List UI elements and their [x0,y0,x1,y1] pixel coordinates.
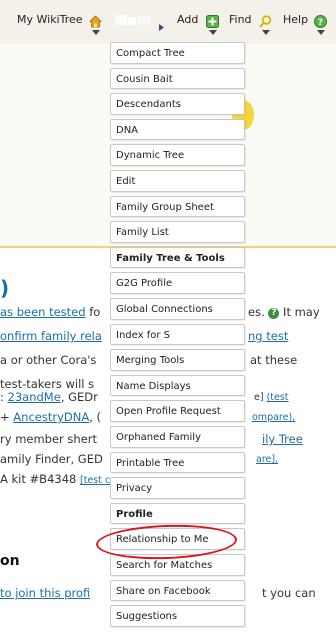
23andme-link[interactable]: 23andMe [8,390,61,404]
been-tested-link[interactable]: as been tested [0,305,86,319]
menu-item-share-on-facebook[interactable]: Share on Facebook [110,579,245,602]
find-dropdown-arrow[interactable] [262,30,270,35]
help-dropdown-arrow[interactable] [317,30,325,35]
menu-item-orphaned-family[interactable]: Orphaned Family [110,426,245,448]
menu-item-profile: Profile [110,502,245,525]
add-dropdown-arrow[interactable] [209,30,217,35]
help-menu-link[interactable]: Help [283,13,308,26]
dna-text-line-3: a or other Cora's [0,353,97,367]
menu-item-family-group-sheet[interactable]: Family Group Sheet [110,195,245,218]
svg-text:?: ? [318,18,323,28]
menu-item-edit[interactable]: Edit [110,170,245,192]
menu-item-g2g-profile[interactable]: G2G Profile [110,272,245,294]
test-connection-link[interactable]: [test c [80,475,110,486]
section-heading-fragment: on [0,553,20,569]
blurred-profile-name [115,12,155,31]
dna-text-line-8-right: are], [256,454,278,465]
dna-text-line-1-right: es. ? It may [248,305,320,319]
menu-item-compact-tree[interactable]: Compact Tree [110,42,245,64]
menu-item-descendants[interactable]: Descendants [110,93,245,115]
dna-text-line-7: ry member shert [0,432,98,446]
heading-paren-fragment: ) [0,276,10,300]
home-dropdown-arrow[interactable] [92,30,100,35]
dna-text-line-3-right: at these [250,353,298,367]
compare-link[interactable]: ompare), [252,412,295,423]
family-tree-link[interactable]: ily Tree [262,432,303,446]
compare-link-2[interactable]: are], [256,454,278,465]
menu-item-index-for-s[interactable]: Index for S [110,323,245,346]
menu-item-family-tree-tools: Family Tree & Tools [110,246,245,269]
dna-text-line-7-right: ily Tree [262,432,303,446]
dna-text-line-5-right: e] (test [254,392,289,403]
dna-text-line-6: + AncestryDNA, ( [0,410,102,424]
menu-item-global-connections[interactable]: Global Connections [110,298,245,320]
join-text-line-right: t you can [262,586,316,600]
small-triangle-icon [159,16,164,35]
menu-item-suggestions[interactable]: Suggestions [110,605,245,627]
add-menu-link[interactable]: Add [177,13,198,26]
join-profile-link[interactable]: to join this profi [0,586,90,600]
menu-item-open-profile-request[interactable]: Open Profile Request [110,400,245,422]
ancestrydna-link[interactable]: AncestryDNA [13,410,89,424]
menu-item-dynamic-tree[interactable]: Dynamic Tree [110,144,245,166]
dna-test-link[interactable]: ng test [248,329,288,343]
dna-text-line-2-right: ng test [248,329,288,343]
dna-text-line-4: test-takers will s [0,377,95,391]
menu-item-name-displays[interactable]: Name Displays [110,374,245,397]
menu-item-merging-tools[interactable]: Merging Tools [110,349,245,371]
dna-text-line-6-right: ompare), [252,412,295,423]
menu-item-cousin-bait[interactable]: Cousin Bait [110,67,245,90]
menu-item-family-list[interactable]: Family List [110,221,245,243]
help-question-icon[interactable]: ? [268,308,280,319]
dna-text-line-5: : 23andMe, GEDr [0,390,98,404]
dna-text-line-9: A kit #B4348 [test c [0,472,111,486]
dna-text-line-1: as been tested fo [0,305,101,319]
menu-item-privacy[interactable]: Privacy [110,477,245,499]
confirm-family-link[interactable]: onfirm family rela [0,329,102,343]
find-menu-link[interactable]: Find [229,13,252,26]
join-text-line: to join this profi [0,586,90,600]
menu-item-dna[interactable]: DNA [110,118,245,141]
dna-text-line-2: onfirm family rela [0,329,102,343]
dna-text-line-8: amily Finder, GED [0,452,103,466]
my-wikitree-link[interactable]: My WikiTree [17,13,83,26]
top-navigation-bar: My WikiTree Add Find Help ? [0,0,336,44]
menu-item-printable-tree[interactable]: Printable Tree [110,451,245,474]
test-link[interactable]: (test [267,392,289,403]
